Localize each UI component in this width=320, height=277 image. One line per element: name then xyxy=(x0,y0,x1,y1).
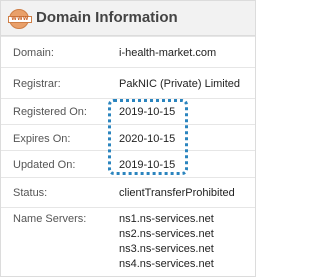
name-server-item: ns1.ns-services.net xyxy=(119,213,214,225)
row-status: Status: clientTransferProhibited xyxy=(1,177,255,208)
dates-highlight-box xyxy=(108,99,188,175)
www-globe-icon: WWW xyxy=(8,9,32,29)
name-server-item: ns4.ns-services.net xyxy=(119,258,214,270)
name-servers-label: Name Servers: xyxy=(13,213,87,225)
domain-value: i-health-market.com xyxy=(119,47,217,59)
updated-on-label: Updated On: xyxy=(13,159,76,171)
status-label: Status: xyxy=(13,187,48,199)
panel-title: Domain Information xyxy=(36,9,178,26)
registrar-label: Registrar: xyxy=(13,78,61,90)
row-name-servers: Name Servers: ns1.ns-services.net ns2.ns… xyxy=(1,207,255,277)
name-servers-list: ns1.ns-services.net ns2.ns-services.net … xyxy=(119,212,214,272)
domain-label: Domain: xyxy=(13,47,54,59)
expires-on-label: Expires On: xyxy=(13,133,71,145)
row-registrar: Registrar: PakNIC (Private) Limited xyxy=(1,67,255,99)
name-server-item: ns2.ns-services.net xyxy=(119,228,214,240)
row-domain: Domain: i-health-market.com xyxy=(1,36,255,68)
status-value: clientTransferProhibited xyxy=(119,187,235,199)
registered-on-label: Registered On: xyxy=(13,106,87,118)
panel-header: WWW Domain Information xyxy=(1,1,255,36)
registrar-value: PakNIC (Private) Limited xyxy=(119,78,241,90)
www-icon-text: WWW xyxy=(8,16,32,23)
name-server-item: ns3.ns-services.net xyxy=(119,243,214,255)
